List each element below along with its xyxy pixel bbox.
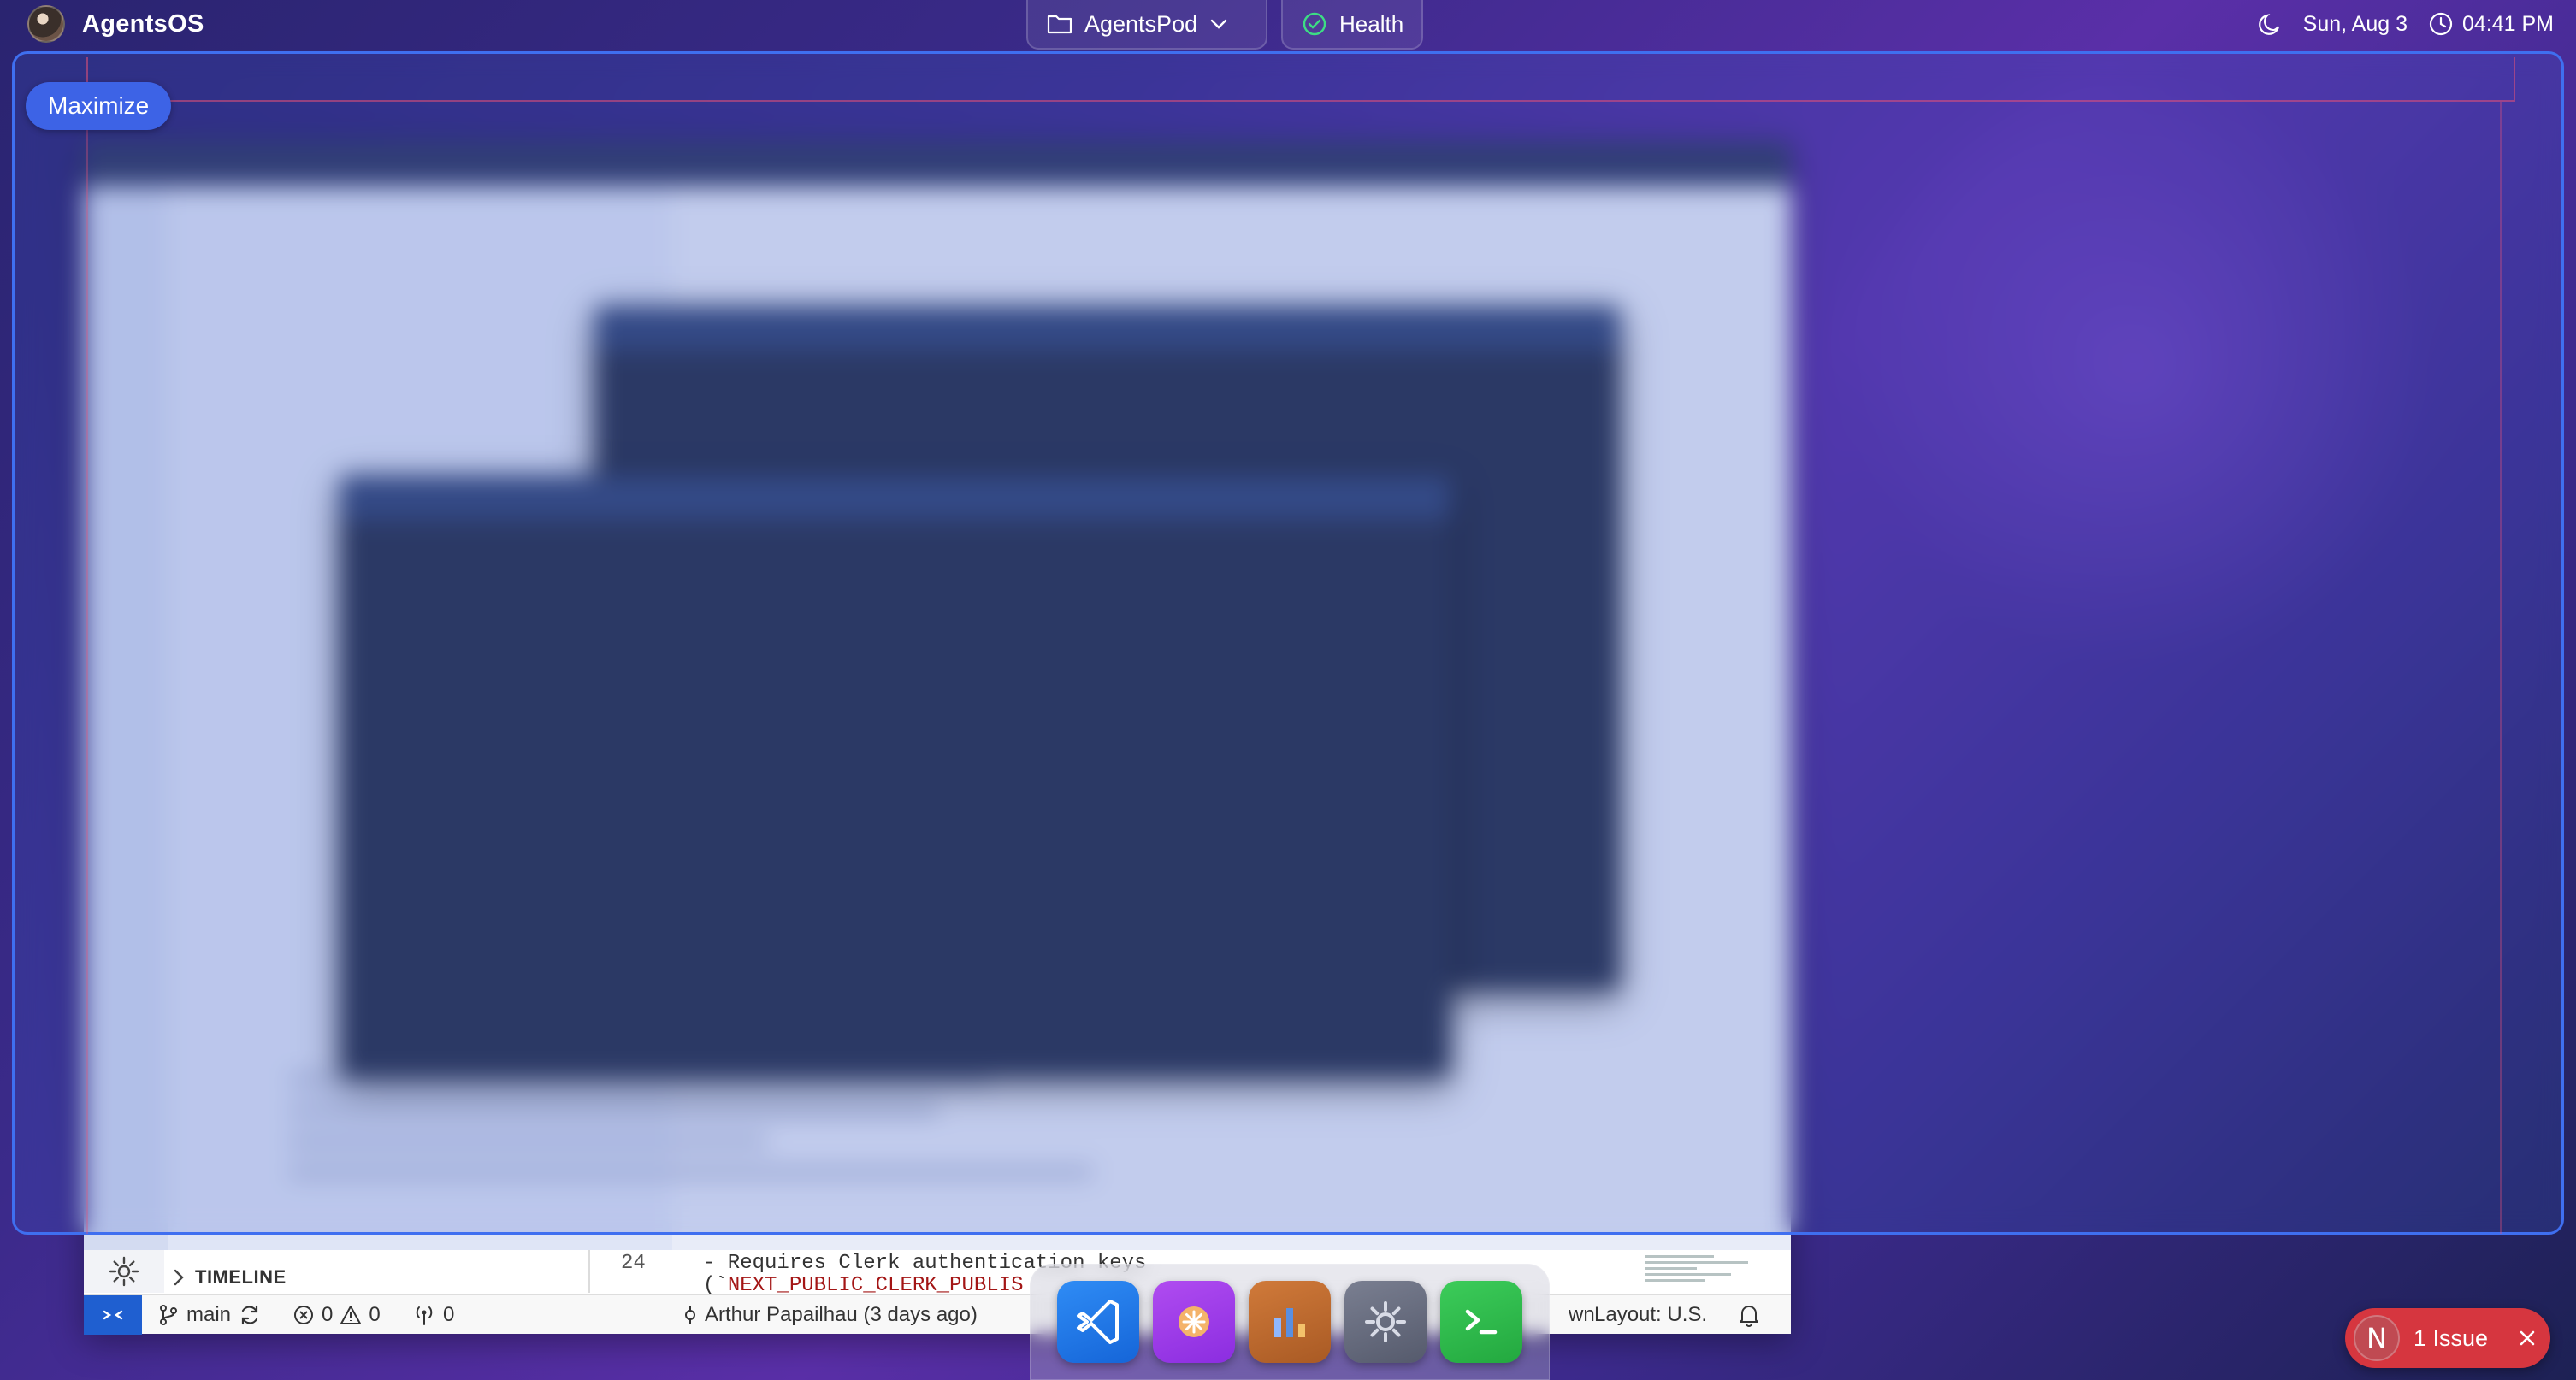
code-line-2-prefix: (` (703, 1274, 728, 1297)
user-avatar[interactable] (27, 5, 65, 43)
check-circle-icon (1302, 11, 1327, 37)
maximize-button[interactable]: Maximize (26, 82, 172, 130)
folder-icon (1047, 13, 1072, 35)
clock-icon (2428, 11, 2454, 37)
language-mode[interactable]: wn (1569, 1295, 1595, 1335)
app-name: AgentsOS (82, 9, 204, 38)
top-bar: AgentsOS AgentsPod Health Sun, Aug 3 04:… (0, 0, 2576, 50)
activity-bar-bottom (84, 1250, 164, 1293)
git-branch-icon (157, 1303, 180, 1327)
remote-indicator[interactable] (84, 1295, 142, 1335)
sync-icon[interactable] (238, 1303, 262, 1327)
layout-text: Layout: U.S. (1594, 1303, 1708, 1326)
snap-guide-right (2500, 102, 2502, 1234)
vscode-app-icon[interactable] (1057, 1281, 1139, 1363)
code-line-2: (`NEXT_PUBLIC_CLERK_PUBLIS (703, 1274, 1023, 1297)
timeline-section[interactable]: TIMELINE (173, 1262, 287, 1293)
close-icon[interactable] (2514, 1325, 2540, 1351)
clock: 04:41 PM (2428, 11, 2554, 37)
charts-app-icon[interactable] (1249, 1281, 1331, 1363)
date-text: Sun, Aug 3 (2302, 11, 2408, 36)
settings-app-icon[interactable] (1344, 1281, 1427, 1363)
timeline-title: TIMELINE (195, 1266, 287, 1288)
problems-indicator[interactable]: 0 0 (292, 1295, 381, 1335)
ports-count: 0 (443, 1303, 455, 1326)
issue-toast[interactable]: N 1 Issue (2345, 1308, 2550, 1368)
branch-indicator[interactable]: main (157, 1295, 262, 1335)
bell-icon (1738, 1303, 1760, 1327)
health-button[interactable]: Health (1281, 0, 1423, 50)
minimap[interactable] (1645, 1255, 1774, 1289)
terminal-app-icon[interactable] (1440, 1281, 1522, 1363)
topbar-right: Sun, Aug 3 04:41 PM (2257, 5, 2554, 43)
dock (1030, 1264, 1550, 1380)
warning-count: 0 (369, 1303, 381, 1326)
error-icon (292, 1304, 315, 1326)
claude-app-icon[interactable] (1153, 1281, 1235, 1363)
time-text: 04:41 PM (2461, 11, 2554, 36)
chevron-down-icon (1209, 18, 1228, 30)
branch-name: main (186, 1303, 232, 1326)
snap-frame (86, 57, 2515, 102)
health-label: Health (1339, 10, 1404, 37)
manage-gear-icon[interactable] (103, 1250, 145, 1293)
maximize-preview-overlay (12, 51, 2564, 1235)
error-count: 0 (322, 1303, 334, 1326)
nextjs-badge: N (2354, 1315, 2400, 1361)
chevron-right-icon (173, 1268, 185, 1287)
moon-icon[interactable] (2257, 11, 2283, 37)
snap-guide-left (86, 102, 88, 1234)
git-blame[interactable]: Arthur Papailhau (3 days ago) (682, 1295, 978, 1335)
notifications-bell[interactable] (1738, 1295, 1760, 1335)
warning-icon (340, 1304, 362, 1326)
ports-indicator[interactable]: 0 (412, 1295, 454, 1335)
blame-text: Arthur Papailhau (3 days ago) (705, 1303, 978, 1326)
issue-label: 1 Issue (2414, 1324, 2489, 1351)
git-commit-icon (682, 1304, 698, 1326)
code-line-2-highlight: NEXT_PUBLIC_CLERK_PUBLIS (727, 1274, 1024, 1297)
line-number: 24 (621, 1252, 646, 1275)
brand[interactable]: AgentsOS (27, 3, 204, 44)
project-selector[interactable]: AgentsPod (1026, 0, 1267, 50)
keyboard-layout[interactable]: Layout: U.S. (1594, 1295, 1707, 1335)
project-name: AgentsPod (1084, 10, 1198, 37)
language-fragment: wn (1569, 1303, 1595, 1326)
broadcast-icon (412, 1304, 436, 1326)
